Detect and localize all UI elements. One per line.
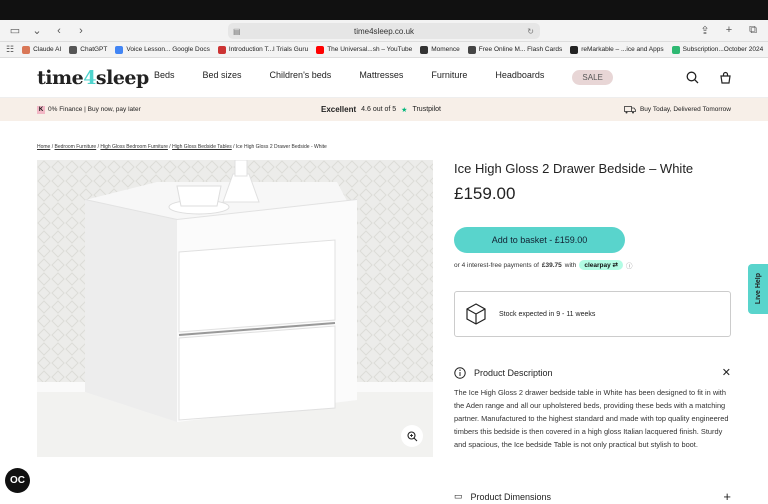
bookmark-item[interactable]: Voice Lesson... Google Docs [115,45,210,54]
forward-icon[interactable]: › [74,25,88,37]
trustpilot-rating[interactable]: Excellent 4.6 out of 5 ★ Trustpilot [321,105,441,114]
promo-bar: K 0% Finance | Buy now, pay later Excell… [0,98,768,121]
breadcrumb-current: Ice High Gloss 2 Drawer Bedside - White [235,144,327,150]
breadcrumb-link[interactable]: High Gloss Bedroom Furniture [100,144,168,150]
delivery-text: Buy Today, Delivered Tomorrow [639,106,731,113]
breadcrumb: Home / Bedroom Furniture / High Gloss Be… [37,144,327,150]
dimensions-heading: Product Dimensions [470,491,552,502]
browser-toolbar: ▭ ⌄ ‹ › ▤ time4sleep.co.uk ↻ ⇪ + ⧉ [0,20,768,42]
chevron-down-icon[interactable]: ⌄ [30,24,44,37]
product-image[interactable] [37,160,433,457]
clearpay-logo[interactable]: clearpay ⇄ [579,260,624,270]
box-icon [466,303,486,325]
live-help-tab[interactable]: Live Help [748,264,768,314]
close-icon[interactable]: ✕ [722,366,731,379]
page-settings-icon[interactable]: ▤ [233,27,241,36]
os-top-bar [0,0,768,20]
site-header: time4sleep Beds Bed sizes Children's bed… [0,58,768,98]
new-tab-icon[interactable]: + [722,24,736,37]
zoom-icon[interactable] [401,425,423,447]
bookmark-favicon-icon [467,45,476,54]
address-bar[interactable]: ▤ time4sleep.co.uk ↻ [228,23,540,39]
plus-icon[interactable]: + [723,489,731,504]
star-icon: ★ [401,106,408,114]
bookmark-item[interactable]: reMarkable – ...ice and Apps [570,45,664,54]
product-description-header[interactable]: Product Description ✕ [454,366,731,379]
product-description-text: The Ice High Gloss 2 drawer bedside tabl… [454,388,729,449]
bookmark-favicon-icon [316,45,325,54]
url-text: time4sleep.co.uk [353,26,415,36]
nav-item-sale[interactable]: SALE [572,70,613,85]
bookmark-favicon-icon [115,45,124,54]
bookmark-item[interactable]: Claude AI [22,45,61,54]
nav-item-furniture[interactable]: Furniture [431,70,467,85]
description-heading: Product Description [474,367,553,378]
bookmark-item[interactable]: Free Online M... Flash Cards [467,45,562,54]
bookmark-item[interactable]: ChatGPT [69,45,107,54]
nav-item-childrens-beds[interactable]: Children's beds [270,70,332,85]
bookmark-favicon-icon [22,45,31,54]
bookmarks-grid-icon[interactable]: ☷ [6,44,14,55]
bookmarks-bar: ☷ Claude AI ChatGPT Voice Lesson... Goog… [0,42,768,58]
bookmark-item[interactable]: Subscription...October 2024 [671,45,763,54]
oc-widget-button[interactable]: OC [5,468,30,493]
site-logo[interactable]: time4sleep [37,67,149,89]
breadcrumb-link[interactable]: High Gloss Bedside Tables [172,144,232,150]
nav-item-bed-sizes[interactable]: Bed sizes [203,70,242,85]
bookmark-item[interactable]: The Universal...sh – YouTube [316,45,412,54]
breadcrumb-link[interactable]: Bedroom Furniture [55,144,97,150]
info-circle-icon [454,366,466,379]
basket-icon[interactable] [719,71,732,84]
share-icon[interactable]: ⇪ [698,24,712,37]
nav-item-beds[interactable]: Beds [154,70,175,85]
klarna-icon: K [37,105,45,114]
bookmark-favicon-icon [570,45,579,54]
stock-status-box: Stock expected in 9 - 11 weeks [454,291,731,337]
info-icon[interactable]: ⓘ [626,260,633,270]
stock-text: Stock expected in 9 - 11 weeks [499,310,596,318]
delivery-truck-icon [624,105,636,113]
breadcrumb-link[interactable]: Home [37,144,50,150]
bookmark-item[interactable]: Momence [420,45,460,54]
nav-item-mattresses[interactable]: Mattresses [359,70,403,85]
back-icon[interactable]: ‹ [52,25,66,37]
bookmark-favicon-icon [69,45,78,54]
nav-item-headboards[interactable]: Headboards [495,70,544,85]
finance-text[interactable]: 0% Finance | Buy now, pay later [48,106,141,113]
reload-icon[interactable]: ↻ [527,27,534,36]
sidebar-icon[interactable]: ▭ [8,24,22,37]
bedside-table-illustration [37,160,433,457]
product-dimensions-header[interactable]: ▭ Product Dimensions + [454,489,731,504]
clearpay-info: or 4 interest-free payments of £39.75 wi… [454,260,633,270]
bookmark-favicon-icon [420,45,429,54]
product-title: Ice High Gloss 2 Drawer Bedside – White [454,161,694,176]
main-nav: Beds Bed sizes Children's beds Mattresse… [154,70,613,85]
search-icon[interactable] [686,71,699,84]
bookmark-item[interactable]: Introduction T...l Trials Guru [217,45,308,54]
ruler-icon: ▭ [454,491,463,501]
bookmark-favicon-icon [217,45,226,54]
add-to-basket-button[interactable]: Add to basket - £159.00 [454,227,625,253]
bookmark-favicon-icon [671,45,680,54]
product-price: £159.00 [454,184,516,203]
tabs-overview-icon[interactable]: ⧉ [746,24,760,37]
